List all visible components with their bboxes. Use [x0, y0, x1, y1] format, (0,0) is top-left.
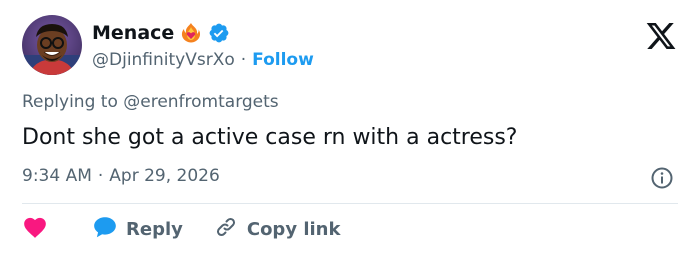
handle-row: @DjinfinityVsrXo · Follow [92, 48, 314, 72]
like-button[interactable] [22, 215, 48, 243]
tweet-card: Menace @DjinfinityVsrXo · Follow Replyin… [0, 0, 700, 256]
user-handle[interactable]: @DjinfinityVsrXo [92, 50, 235, 70]
action-bar: Reply Copy link [22, 214, 340, 244]
speech-bubble-icon [92, 215, 118, 243]
verified-badge-icon [208, 22, 230, 44]
x-logo-icon[interactable] [644, 20, 678, 52]
tweet-time[interactable]: 9:34 AM [22, 166, 92, 186]
name-row: Menace [92, 20, 230, 46]
reply-button[interactable]: Reply [92, 215, 183, 243]
tweet-date[interactable]: Apr 29, 2026 [109, 166, 220, 186]
link-icon [213, 215, 239, 243]
reply-label: Reply [126, 218, 183, 240]
copy-link-label: Copy link [246, 218, 341, 240]
tweet-timestamp[interactable]: 9:34 AM · Apr 29, 2026 [22, 166, 220, 186]
timestamp-separator: · [97, 166, 104, 186]
divider [22, 203, 678, 204]
info-icon[interactable] [650, 166, 674, 190]
heart-icon [22, 215, 48, 243]
avatar-image [22, 15, 82, 75]
display-name[interactable]: Menace [92, 22, 174, 44]
heart-on-fire-emoji-icon [180, 22, 202, 44]
copy-link-button[interactable]: Copy link [213, 215, 341, 243]
handle-separator: · [240, 50, 247, 70]
tweet-text: Dont she got a active case rn with a act… [22, 125, 518, 150]
avatar[interactable] [22, 15, 82, 75]
reply-context[interactable]: Replying to @erenfromtargets [22, 92, 279, 112]
follow-button[interactable]: Follow [252, 50, 314, 70]
